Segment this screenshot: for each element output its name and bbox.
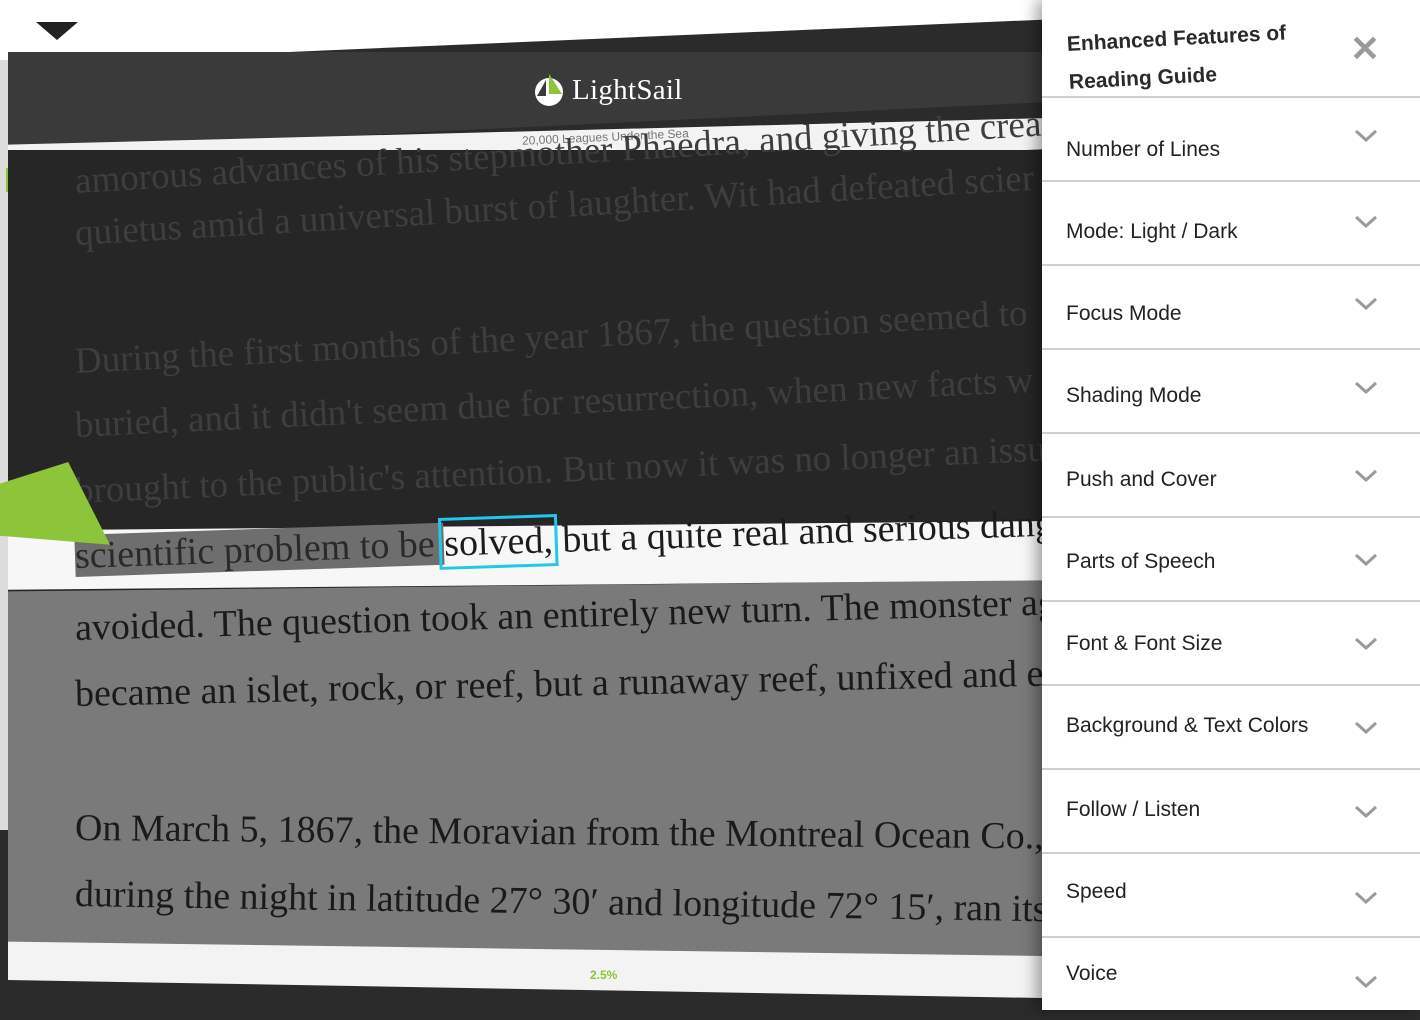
panel-item-parts-of-speech[interactable]: Parts of Speech bbox=[1042, 516, 1420, 598]
reading-guide-panel: Enhanced Features of Reading Guide ✕ Num… bbox=[1042, 0, 1420, 1010]
panel-title: Enhanced Features of Reading Guide bbox=[1066, 21, 1287, 94]
chevron-down-icon bbox=[1354, 296, 1378, 314]
panel-item-push-and-cover[interactable]: Push and Cover bbox=[1042, 432, 1420, 514]
panel-item-label: Follow / Listen bbox=[1066, 798, 1201, 821]
chevron-down-icon bbox=[1354, 552, 1378, 570]
panel-item-label: Speed bbox=[1066, 880, 1127, 903]
panel-item-voice[interactable]: Voice bbox=[1042, 936, 1420, 1010]
chevron-down-icon bbox=[1354, 804, 1378, 822]
text-line: On March 5, 1867, the Moravian from the … bbox=[74, 807, 1064, 858]
close-icon[interactable]: ✕ bbox=[1348, 31, 1382, 67]
reading-progress: 2.5% bbox=[590, 968, 618, 982]
panel-item-mode[interactable]: Mode: Light / Dark bbox=[1042, 180, 1420, 262]
panel-item-font-size[interactable]: Font & Font Size bbox=[1042, 600, 1420, 682]
lightsail-logo: LightSail bbox=[532, 72, 683, 108]
chevron-down-icon bbox=[1354, 214, 1378, 232]
panel-item-label: Focus Mode bbox=[1066, 302, 1182, 325]
panel-item-label: Shading Mode bbox=[1066, 384, 1202, 407]
panel-item-label: Push and Cover bbox=[1066, 468, 1217, 491]
panel-item-focus-mode[interactable]: Focus Mode bbox=[1042, 264, 1420, 346]
chevron-down-icon bbox=[1354, 636, 1378, 654]
panel-item-label: Font & Font Size bbox=[1066, 632, 1223, 655]
panel-item-label: Mode: Light / Dark bbox=[1066, 220, 1238, 243]
panel-item-label: Number of Lines bbox=[1066, 138, 1221, 161]
panel-item-label: Parts of Speech bbox=[1066, 550, 1216, 573]
panel-item-background-text-colors[interactable]: Background & Text Colors bbox=[1042, 684, 1420, 766]
panel-item-number-of-lines[interactable]: Number of Lines bbox=[1042, 96, 1420, 178]
chevron-down-icon bbox=[1354, 720, 1378, 738]
sail-logo-icon bbox=[535, 74, 563, 106]
chevron-down-icon bbox=[1354, 974, 1378, 992]
panel-item-shading-mode[interactable]: Shading Mode bbox=[1042, 348, 1420, 430]
panel-item-label: Background & Text Colors bbox=[1066, 714, 1309, 737]
menu-caret-icon[interactable] bbox=[36, 22, 78, 40]
chevron-down-icon bbox=[1354, 380, 1378, 398]
chevron-down-icon bbox=[1354, 128, 1378, 146]
panel-item-speed[interactable]: Speed bbox=[1042, 852, 1420, 934]
panel-item-follow-listen[interactable]: Follow / Listen bbox=[1042, 768, 1420, 850]
chevron-down-icon bbox=[1354, 468, 1378, 486]
panel-item-label: Voice bbox=[1066, 962, 1118, 985]
chevron-down-icon bbox=[1354, 890, 1378, 908]
highlighted-word[interactable]: solved, bbox=[438, 513, 559, 571]
app-name: LightSail bbox=[572, 73, 683, 106]
